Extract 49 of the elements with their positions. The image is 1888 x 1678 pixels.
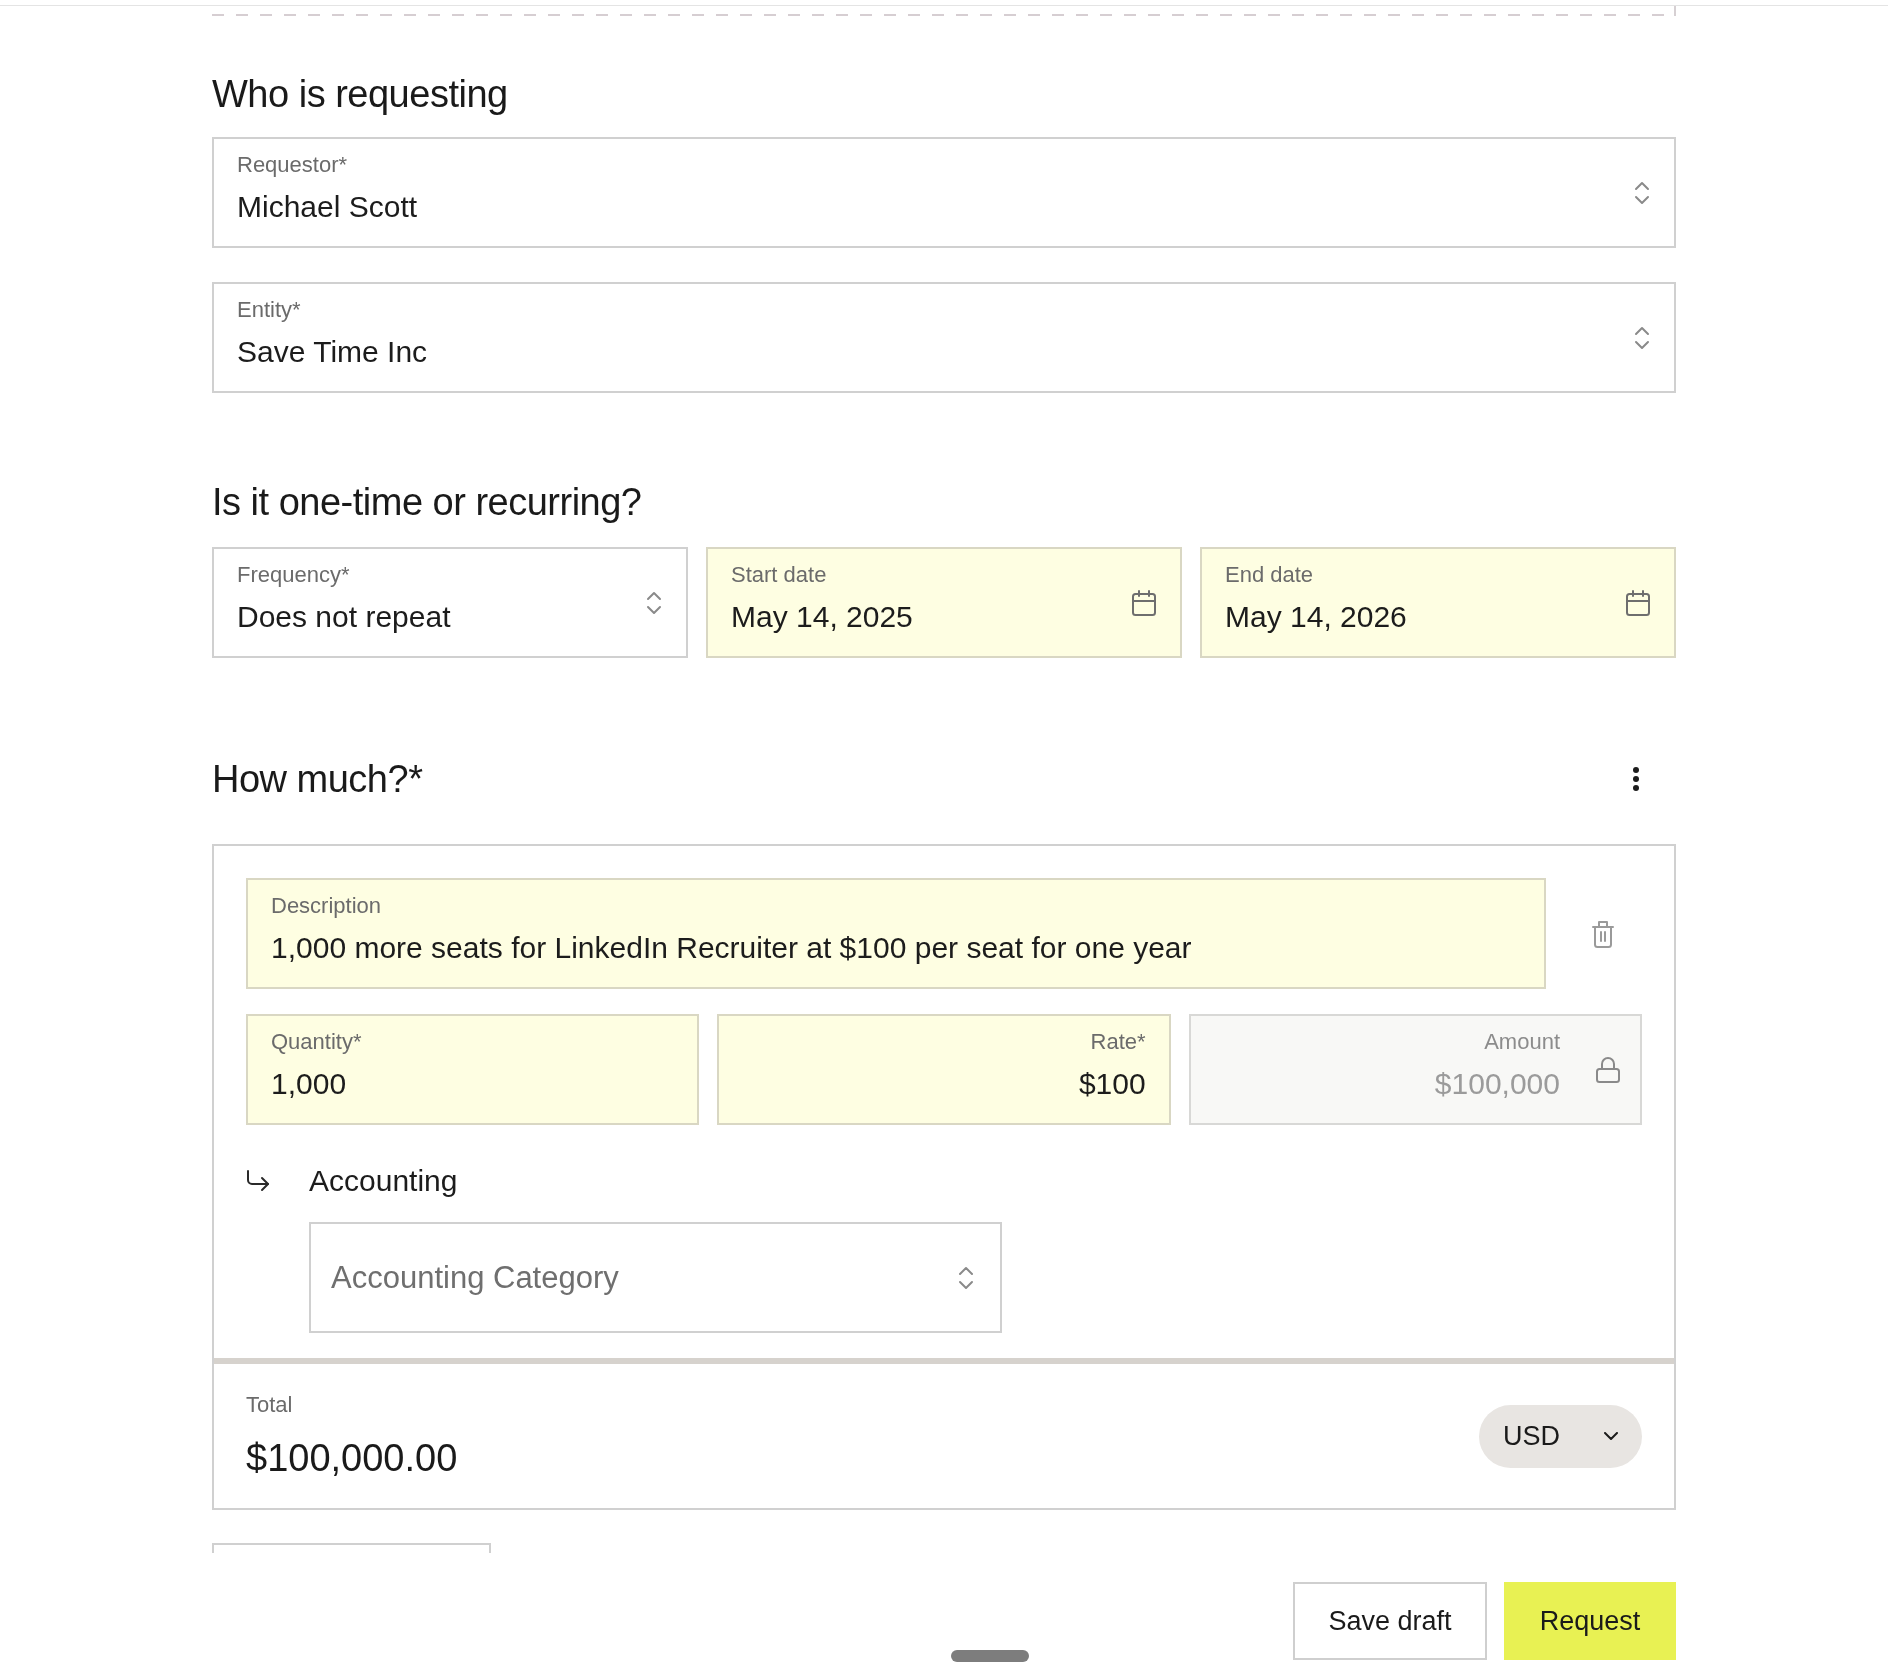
field-label: Start date (731, 561, 827, 589)
field-label: Frequency* (237, 561, 350, 589)
chevrons-up-down-icon (1634, 179, 1650, 206)
field-value: May 14, 2025 (731, 599, 913, 635)
field-label: Requestor* (237, 151, 348, 179)
drag-handle[interactable] (951, 1650, 1029, 1662)
calendar-icon[interactable] (1132, 589, 1156, 616)
field-value: May 14, 2026 (1225, 599, 1407, 635)
lock-icon (1596, 1056, 1620, 1083)
request-button[interactable]: Request (1504, 1582, 1676, 1660)
field-value: Does not repeat (237, 599, 451, 635)
field-label: Description (271, 892, 382, 920)
section-heading: How much?* (212, 757, 423, 802)
corner-arrow-icon (246, 1170, 270, 1192)
date-field[interactable]: Start date May 14, 2025 (706, 547, 1182, 658)
field-label: Quantity* (271, 1028, 362, 1056)
kebab-menu-icon[interactable] (1633, 767, 1639, 791)
field-label: Entity* (237, 296, 301, 324)
field-label: Amount (1484, 1028, 1560, 1056)
field-value: Michael Scott (237, 189, 418, 225)
chevrons-up-down-icon (1634, 324, 1650, 351)
dropdown-field[interactable]: Requestor* Michael Scott (212, 137, 1676, 248)
currency-dropdown[interactable]: USD (1479, 1404, 1642, 1468)
rate-field[interactable]: Rate* $100 (717, 1014, 1171, 1125)
section-heading: Is it one-time or recurring? (212, 480, 643, 525)
category-dropdown[interactable]: Accounting Category (309, 1222, 1002, 1333)
accounting-label: Accounting (309, 1163, 458, 1199)
field-label: Rate* (1090, 1028, 1146, 1056)
field-placeholder: Accounting Category (331, 1258, 620, 1297)
section-heading: Who is requesting (212, 72, 509, 117)
field-value: $100,000 (1434, 1066, 1560, 1102)
calendar-icon[interactable] (1626, 589, 1650, 616)
chevrons-up-down-icon (958, 1264, 974, 1291)
field-value: 1,000 (271, 1066, 347, 1102)
field-label: End date (1225, 561, 1314, 589)
field-value: Save Time Inc (237, 334, 428, 370)
total-label: Total (246, 1391, 294, 1419)
trash-icon[interactable] (1592, 919, 1614, 948)
description-field[interactable]: Description 1,000 more seats for LinkedIn Recruiter at $100 per seat for one year (246, 878, 1546, 989)
dropdown-field[interactable]: Entity* Save Time Inc (212, 282, 1676, 393)
quantity-field[interactable]: Quantity* 1,000 (246, 1014, 700, 1125)
date-field[interactable]: End date May 14, 2026 (1200, 547, 1676, 658)
field-value: 1,000 more seats for LinkedIn Recruiter at $100 per seat for one year (271, 930, 1192, 966)
save-draft-button[interactable]: Save draft (1293, 1582, 1487, 1660)
field-value: $100 (1078, 1066, 1146, 1102)
total-value: $100,000.00 (246, 1436, 458, 1481)
chevrons-up-down-icon (646, 589, 662, 616)
dropdown-field[interactable]: Frequency* Does not repeat (212, 547, 688, 658)
chevron-down-icon (1604, 1432, 1618, 1440)
